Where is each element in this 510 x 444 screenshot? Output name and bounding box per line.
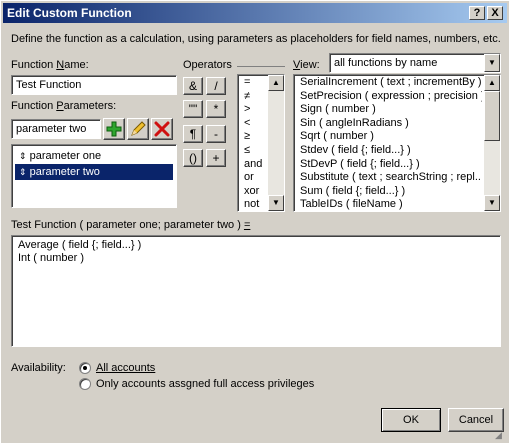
calculation-line: Int ( number )	[18, 252, 85, 264]
parameter-item[interactable]: ⇕ parameter one	[15, 148, 173, 164]
help-button[interactable]: ?	[469, 6, 485, 20]
drag-handle-icon[interactable]: ⇕	[19, 151, 27, 161]
operator-multiply-button[interactable]: *	[206, 100, 226, 118]
scroll-down-arrow-icon[interactable]: ▼	[268, 195, 284, 211]
view-select[interactable]: all functions by name ▼	[329, 53, 501, 73]
function-item[interactable]: StDevP ( field {; field...} )	[296, 158, 482, 172]
window-title: Edit Custom Function	[7, 6, 132, 20]
function-item[interactable]: Sum ( field {; field...} )	[296, 185, 482, 199]
calculation-line: Average ( field {; field...} )	[18, 239, 142, 251]
parameters-list[interactable]: ⇕ parameter one ⇕ parameter two	[11, 144, 177, 208]
function-name-input[interactable]: Test Function	[11, 75, 177, 95]
delete-x-icon	[154, 121, 170, 137]
operator-minus-button[interactable]: -	[206, 125, 226, 143]
functions-scroll-thumb[interactable]	[484, 91, 500, 141]
operator-item[interactable]: not	[240, 198, 266, 212]
drag-handle-icon[interactable]: ⇕	[19, 167, 27, 177]
calculation-header: Test Function ( parameter one; parameter…	[11, 219, 251, 231]
scroll-up-arrow-icon[interactable]: ▲	[484, 75, 500, 91]
full-access-accounts-radio[interactable]	[79, 378, 91, 390]
add-parameter-button[interactable]	[103, 118, 125, 140]
function-item[interactable]: Substitute ( text ; searchString ; repl.…	[296, 171, 482, 185]
full-access-accounts-label[interactable]: Only accounts assgned full access privil…	[96, 378, 314, 390]
title-bar: Edit Custom Function ? X	[3, 3, 507, 23]
function-item[interactable]: Sign ( number )	[296, 103, 482, 117]
operator-parens-button[interactable]: ()	[183, 149, 203, 167]
delete-parameter-button[interactable]	[151, 118, 173, 140]
operator-item[interactable]: xor	[240, 185, 266, 199]
all-accounts-radio[interactable]	[79, 362, 91, 374]
radio-selected-dot	[83, 366, 87, 370]
operators-list[interactable]: = ≠ > < ≥ ≤ and or xor not ▲ ▼	[237, 74, 285, 212]
scroll-up-arrow-icon[interactable]: ▲	[268, 75, 284, 91]
function-parameters-label: Function Parameters:	[11, 100, 117, 112]
operator-divide-button[interactable]: /	[206, 77, 226, 95]
all-accounts-label[interactable]: All accounts	[96, 362, 155, 374]
operator-item[interactable]: =	[240, 76, 266, 90]
operator-ampersand-button[interactable]: &	[183, 77, 203, 95]
availability-label: Availability:	[11, 362, 66, 374]
operator-item[interactable]: ≤	[240, 144, 266, 158]
parameter-item-selected[interactable]: ⇕ parameter two	[15, 164, 173, 180]
pencil-icon	[131, 121, 146, 136]
operator-item[interactable]: or	[240, 171, 266, 185]
close-button[interactable]: X	[487, 6, 503, 20]
ok-button[interactable]: OK	[381, 408, 441, 432]
scroll-down-arrow-icon[interactable]: ▼	[484, 195, 500, 211]
function-item[interactable]: TableIDs ( fileName )	[296, 198, 482, 212]
operator-pilcrow-button[interactable]: ¶	[183, 125, 203, 143]
operator-plus-button[interactable]: +	[206, 149, 226, 167]
dropdown-arrow-icon[interactable]: ▼	[484, 54, 500, 72]
function-item[interactable]: Stdev ( field {; field...} )	[296, 144, 482, 158]
function-item[interactable]: Sin ( angleInRadians )	[296, 117, 482, 131]
view-label: View:	[293, 59, 320, 71]
operators-divider	[237, 66, 285, 67]
function-name-label: Function Name:	[11, 59, 89, 71]
operators-label: Operators	[183, 59, 232, 71]
function-item[interactable]: Sqrt ( number )	[296, 130, 482, 144]
operator-item[interactable]: >	[240, 103, 266, 117]
edit-parameter-button[interactable]	[127, 118, 149, 140]
dialog-description: Define the function as a calculation, us…	[11, 33, 501, 45]
edit-custom-function-dialog: Edit Custom Function ? X Define the func…	[0, 0, 510, 444]
operator-quotes-button[interactable]: ""	[183, 100, 203, 118]
function-item[interactable]: SerialIncrement ( text ; incrementBy )	[296, 76, 482, 90]
functions-list[interactable]: SerialIncrement ( text ; incrementBy ) S…	[293, 74, 501, 212]
operator-item[interactable]: <	[240, 117, 266, 131]
operator-item[interactable]: and	[240, 158, 266, 172]
operator-item[interactable]: ≥	[240, 130, 266, 144]
calculation-textarea[interactable]: Average ( field {; field...} ) Int ( num…	[11, 235, 501, 347]
operator-item[interactable]: ≠	[240, 90, 266, 104]
operators-scrollbar[interactable]: ▲ ▼	[268, 75, 284, 211]
functions-scrollbar[interactable]: ▲ ▼	[484, 75, 500, 211]
plus-icon	[106, 121, 122, 137]
parameter-name-input[interactable]: parameter two	[11, 119, 101, 139]
function-item[interactable]: SetPrecision ( expression ; precision )	[296, 90, 482, 104]
resize-grip-icon[interactable]: ◢	[495, 429, 507, 441]
